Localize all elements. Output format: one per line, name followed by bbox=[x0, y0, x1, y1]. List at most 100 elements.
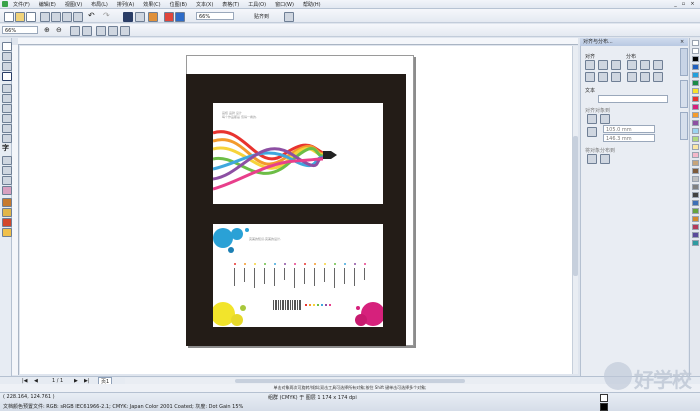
options-icon[interactable] bbox=[284, 12, 294, 22]
fill-tool-icon[interactable] bbox=[2, 218, 12, 227]
interactive-fill-icon[interactable] bbox=[2, 228, 12, 237]
palette-swatch[interactable] bbox=[692, 112, 699, 118]
distribute-right-icon[interactable] bbox=[653, 60, 663, 70]
text-select[interactable] bbox=[598, 95, 668, 103]
palette-swatch[interactable] bbox=[692, 128, 699, 134]
undo-icon[interactable]: ↶ bbox=[88, 11, 95, 20]
copy-icon[interactable] bbox=[62, 12, 72, 22]
distribute-top-icon[interactable] bbox=[627, 72, 637, 82]
paste-icon[interactable] bbox=[73, 12, 83, 22]
shape-tool-icon[interactable] bbox=[2, 52, 12, 61]
docker-close-icon[interactable]: × bbox=[680, 39, 684, 45]
menu-layout[interactable]: 布局(L) bbox=[91, 1, 108, 8]
align-top-icon[interactable] bbox=[585, 72, 595, 82]
palette-swatch[interactable] bbox=[692, 192, 699, 198]
palette-swatch-none[interactable] bbox=[692, 40, 699, 46]
app-icon[interactable] bbox=[2, 1, 8, 7]
open-icon[interactable] bbox=[15, 12, 25, 22]
x-position-field[interactable]: 105.0 mm bbox=[603, 125, 655, 133]
vertical-scrollbar[interactable] bbox=[572, 46, 578, 374]
palette-swatch[interactable] bbox=[692, 96, 699, 102]
card-front[interactable]: 画框 品牌 设计 每个作品都是 值得一看的, bbox=[213, 103, 383, 204]
palette-swatch[interactable] bbox=[692, 208, 699, 214]
smart-fill-icon[interactable] bbox=[2, 94, 12, 103]
zoom-width-icon[interactable] bbox=[108, 26, 118, 36]
table-tool-icon[interactable] bbox=[2, 156, 12, 165]
horizontal-ruler[interactable] bbox=[18, 38, 578, 45]
corel-online-icon[interactable] bbox=[175, 12, 185, 22]
palette-swatch[interactable] bbox=[692, 168, 699, 174]
align-middle-icon[interactable] bbox=[598, 72, 608, 82]
close-icon[interactable]: × bbox=[689, 1, 696, 7]
print-icon[interactable] bbox=[40, 12, 50, 22]
align-to-object-icon[interactable] bbox=[587, 127, 597, 137]
zoom-height-icon[interactable] bbox=[120, 26, 130, 36]
palette-swatch[interactable] bbox=[692, 56, 699, 62]
card-back[interactable]: 完美的知识,完美的设计, bbox=[213, 224, 383, 327]
distribute-to-page-icon[interactable] bbox=[600, 154, 610, 164]
polygon-tool-icon[interactable] bbox=[2, 124, 12, 133]
docker-tab-1[interactable] bbox=[680, 48, 688, 76]
restore-icon[interactable]: ▫ bbox=[680, 1, 687, 7]
import-icon[interactable] bbox=[123, 12, 133, 22]
zoom-selected-icon[interactable] bbox=[70, 26, 80, 36]
zoom-all-icon[interactable] bbox=[82, 26, 92, 36]
menu-arrange[interactable]: 排列(A) bbox=[117, 1, 134, 8]
menu-file[interactable]: 文件(F) bbox=[13, 1, 30, 8]
export-icon[interactable] bbox=[135, 12, 145, 22]
align-right-icon[interactable] bbox=[611, 60, 621, 70]
y-position-field[interactable]: 146.3 mm bbox=[603, 134, 655, 142]
align-to-page-icon[interactable] bbox=[587, 114, 597, 124]
palette-swatch[interactable] bbox=[692, 64, 699, 70]
palette-swatch[interactable] bbox=[692, 200, 699, 206]
distribute-left-icon[interactable] bbox=[627, 60, 637, 70]
redo-icon[interactable]: ↷ bbox=[103, 11, 110, 20]
application-launcher-icon[interactable] bbox=[148, 12, 158, 22]
distribute-to-selection-icon[interactable] bbox=[587, 154, 597, 164]
palette-swatch[interactable] bbox=[692, 216, 699, 222]
palette-swatch[interactable] bbox=[692, 224, 699, 230]
freehand-tool-icon[interactable] bbox=[2, 84, 12, 93]
menu-window[interactable]: 窗口(W) bbox=[275, 1, 294, 8]
align-left-icon[interactable] bbox=[585, 60, 595, 70]
rectangle-tool-icon[interactable] bbox=[2, 104, 12, 113]
palette-swatch[interactable] bbox=[692, 176, 699, 182]
palette-swatch[interactable] bbox=[692, 104, 699, 110]
palette-swatch[interactable] bbox=[692, 144, 699, 150]
palette-swatch[interactable] bbox=[692, 48, 699, 54]
eyedropper-icon[interactable] bbox=[2, 198, 12, 207]
palette-swatch[interactable] bbox=[692, 80, 699, 86]
zoom-out-icon[interactable]: ⊖ bbox=[56, 26, 62, 34]
align-to-grid-icon[interactable] bbox=[600, 114, 610, 124]
crop-tool-icon[interactable] bbox=[2, 62, 12, 71]
connector-tool-icon[interactable] bbox=[2, 176, 12, 185]
docker-tab-2[interactable] bbox=[680, 80, 688, 108]
menu-table[interactable]: 表格(T) bbox=[222, 1, 239, 8]
palette-swatch[interactable] bbox=[692, 240, 699, 246]
align-bottom-icon[interactable] bbox=[611, 72, 621, 82]
menu-tools[interactable]: 工具(O) bbox=[248, 1, 266, 8]
basic-shapes-icon[interactable] bbox=[2, 134, 12, 143]
zoom-tool-icon[interactable] bbox=[2, 72, 12, 81]
pick-tool-icon[interactable] bbox=[2, 42, 12, 51]
menu-text[interactable]: 文本(X) bbox=[196, 1, 213, 8]
docker-tab-3[interactable] bbox=[680, 112, 688, 140]
distribute-center-icon[interactable] bbox=[640, 60, 650, 70]
zoom-select[interactable]: 66% bbox=[2, 26, 38, 34]
palette-swatch[interactable] bbox=[692, 152, 699, 158]
new-document-icon[interactable] bbox=[4, 12, 14, 22]
palette-swatch[interactable] bbox=[692, 160, 699, 166]
zoom-in-icon[interactable]: ⊕ bbox=[44, 26, 50, 34]
palette-swatch[interactable] bbox=[692, 232, 699, 238]
color-profile-info[interactable]: 文档颜色预置文件: RGB: sRGB IEC61966-2.1; CMYK: … bbox=[3, 403, 243, 410]
menu-view[interactable]: 视图(V) bbox=[65, 1, 82, 8]
distribute-bottom-icon[interactable] bbox=[653, 72, 663, 82]
menu-bitmaps[interactable]: 位图(B) bbox=[170, 1, 187, 8]
zoom-page-icon[interactable] bbox=[96, 26, 106, 36]
menu-help[interactable]: 帮助(H) bbox=[303, 1, 321, 8]
blend-tool-icon[interactable] bbox=[2, 186, 12, 195]
h-scroll-thumb[interactable] bbox=[235, 379, 465, 383]
cut-icon[interactable] bbox=[51, 12, 61, 22]
snap-to-dropdown[interactable]: 贴齐到 bbox=[254, 13, 269, 20]
menu-effects[interactable]: 效果(C) bbox=[143, 1, 160, 8]
